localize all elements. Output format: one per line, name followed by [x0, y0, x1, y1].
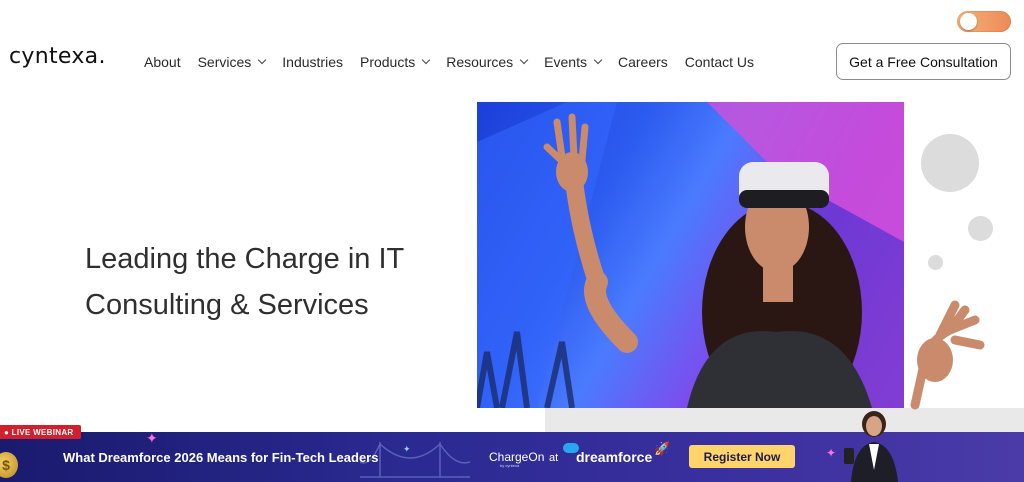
logo-dot: . [98, 44, 106, 69]
live-webinar-badge: ● LIVE WEBINAR [0, 425, 82, 439]
webinar-title: What Dreamforce 2026 Means for Fin-Tech … [63, 450, 379, 465]
main-nav: About Services Industries Products Resou… [144, 53, 771, 71]
raised-hand-graphic [910, 300, 985, 410]
decorative-circle-small [928, 255, 943, 270]
nav-label: Careers [617, 54, 668, 70]
chargeon-logo: ChargeOn [489, 450, 545, 464]
chevron-down-icon [421, 55, 431, 65]
nav-label: About [144, 54, 181, 70]
nav-contact-us[interactable]: Contact Us [685, 54, 754, 70]
decorative-circle-large [921, 134, 979, 192]
hero-title: Leading the Charge in IT Consulting & Se… [85, 236, 445, 328]
chevron-down-icon [519, 55, 529, 65]
nav-label: Products [359, 54, 416, 70]
nav-careers[interactable]: Careers [618, 54, 668, 70]
hero-image [477, 102, 904, 408]
toggle-knob [960, 13, 977, 30]
nav-about[interactable]: About [144, 54, 181, 70]
sparkle-icon: ✦ [146, 432, 158, 446]
nav-events[interactable]: Events [544, 54, 603, 70]
nav-label: Industries [282, 54, 343, 70]
vr-woman-illustration [477, 102, 904, 408]
chargeon-byline: by cyntexa [500, 463, 520, 468]
theme-toggle[interactable] [957, 11, 1011, 32]
sparkle-icon: ✦ [826, 446, 837, 460]
hero-title-line-1: Leading the Charge in IT [85, 243, 405, 275]
nav-label: Events [544, 54, 587, 70]
dreamforce-logo: dreamforce [576, 449, 653, 465]
logo[interactable]: cyntexa. [9, 44, 106, 69]
at-text: at [549, 452, 559, 464]
rocket-icon: 🚀 [654, 441, 671, 456]
nav-label: Contact Us [684, 54, 755, 70]
nav-resources[interactable]: Resources [446, 54, 529, 70]
businesswoman-graphic [844, 411, 898, 482]
logo-text: cyntexa [9, 44, 99, 69]
nav-label: Services [197, 54, 252, 70]
nav-services[interactable]: Services [197, 54, 267, 70]
nav-products[interactable]: Products [359, 54, 431, 70]
hero-title-line-2: Consulting & Services [85, 289, 369, 321]
chevron-down-icon [258, 55, 267, 65]
nav-label: Resources [446, 54, 514, 70]
nav-industries[interactable]: Industries [282, 54, 343, 70]
decorative-circle-medium [968, 216, 993, 241]
chevron-down-icon [593, 55, 603, 65]
register-now-button[interactable]: Register Now [689, 445, 795, 468]
free-consultation-button[interactable]: Get a Free Consultation [836, 43, 1011, 80]
